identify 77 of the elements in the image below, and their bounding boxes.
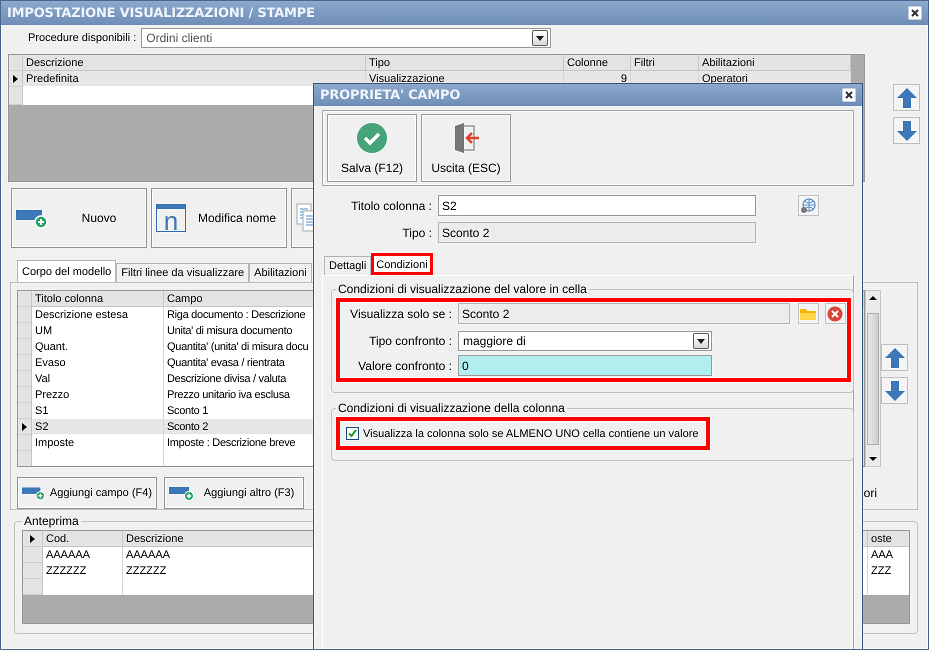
row-indicator xyxy=(23,531,43,547)
field-label: Valore confronto : xyxy=(357,358,452,372)
toolbar-button[interactable]: n Modifica nome xyxy=(151,188,287,248)
button-label: ori xyxy=(864,486,877,500)
down-arrow-icon xyxy=(884,380,906,402)
folder-icon xyxy=(800,308,816,320)
column-header[interactable]: Cod. xyxy=(43,531,123,547)
table-cell: AAAAAA xyxy=(43,547,123,563)
table-cell: Val xyxy=(32,371,164,387)
column-header[interactable]: Tipo xyxy=(366,55,564,71)
tab[interactable]: Abilitazioni xyxy=(249,263,312,282)
row-header xyxy=(18,291,32,307)
move-down-button[interactable] xyxy=(893,117,920,144)
row-header xyxy=(23,547,43,563)
checkmark-icon xyxy=(356,122,388,154)
table-cell: S2 xyxy=(32,419,164,435)
move-down-button[interactable] xyxy=(881,377,908,404)
add-button[interactable]: Aggiungi campo (F4) xyxy=(17,477,157,509)
translate-button[interactable] xyxy=(798,195,818,216)
column-header[interactable]: oste xyxy=(868,531,909,547)
close-icon xyxy=(911,9,919,17)
up-arrow-icon xyxy=(896,86,918,108)
table-cell: ZZZZZZ xyxy=(43,563,123,579)
row-header xyxy=(9,87,23,105)
field-label: Visualizza solo se : xyxy=(349,306,452,320)
column-header[interactable]: Abilitazioni xyxy=(699,55,851,71)
close-button[interactable] xyxy=(908,6,922,20)
procedure-dropdown[interactable]: Ordini clienti xyxy=(141,28,552,48)
column-header[interactable]: Descrizione xyxy=(23,55,366,71)
group-title: Anteprima xyxy=(23,514,80,528)
readonly-field: Sconto 2 xyxy=(458,303,790,324)
scrollbar[interactable] xyxy=(865,290,881,467)
add-card-icon xyxy=(169,485,195,501)
group-title: Condizioni di visualizzazione della colonna xyxy=(337,401,566,415)
input-field[interactable]: 0 xyxy=(458,355,712,376)
globe-icon xyxy=(800,198,816,214)
tab[interactable]: Dettagli xyxy=(324,256,372,275)
move-up-button[interactable] xyxy=(881,344,908,371)
row-indicator[interactable] xyxy=(18,419,32,435)
column-header[interactable]: Filtri xyxy=(631,55,699,71)
add-button[interactable]: Aggiungi altro (F3) xyxy=(164,477,304,509)
clear-button[interactable] xyxy=(824,303,846,324)
row-indicator[interactable] xyxy=(9,71,23,87)
tab[interactable]: Corpo del modello xyxy=(17,260,116,282)
checkbox[interactable] xyxy=(346,427,359,440)
row-header xyxy=(23,579,43,595)
tab[interactable]: Filtri linee da visualizzare xyxy=(116,263,250,282)
field-label: Titolo colonna : xyxy=(350,198,432,212)
close-icon xyxy=(827,306,843,322)
dropdown-caret-icon xyxy=(536,36,544,40)
add-card-icon xyxy=(16,207,50,229)
down-arrow-icon xyxy=(896,120,918,142)
up-arrow-icon xyxy=(884,346,906,368)
column-header[interactable]: Titolo colonna xyxy=(32,291,164,307)
move-up-button[interactable] xyxy=(893,84,920,111)
group-title: Condizioni di visualizzazione del valore in cella xyxy=(337,282,588,296)
row-header xyxy=(18,451,32,466)
input-field[interactable]: S2 xyxy=(438,195,756,216)
checkmark-icon xyxy=(348,429,357,438)
compare-dropdown[interactable]: maggiore di xyxy=(458,331,712,351)
toolbar-button[interactable]: Nuovo xyxy=(11,188,147,248)
close-button[interactable] xyxy=(842,88,856,102)
dialog-title: PROPRIETA' CAMPO xyxy=(320,88,460,102)
close-icon xyxy=(845,91,853,99)
readonly-field: Sconto 2 xyxy=(438,222,756,243)
column-header[interactable]: Colonne xyxy=(564,55,631,71)
table-cell: Predefinita xyxy=(23,71,366,87)
add-card-icon xyxy=(22,485,46,501)
row-header xyxy=(9,55,23,71)
procedure-label: Procedure disponibili : xyxy=(28,32,136,44)
toolbar-button[interactable]: Uscita (ESC) xyxy=(421,114,511,182)
rename-icon: n xyxy=(156,204,186,232)
row-header xyxy=(23,563,43,579)
window-title: IMPOSTAZIONE VISUALIZZAZIONI / STAMPE xyxy=(7,6,315,20)
field-label: Tipo : xyxy=(401,226,432,240)
tab[interactable]: Condizioni xyxy=(371,253,433,275)
toolbar-button[interactable]: Salva (F12) xyxy=(327,114,417,182)
